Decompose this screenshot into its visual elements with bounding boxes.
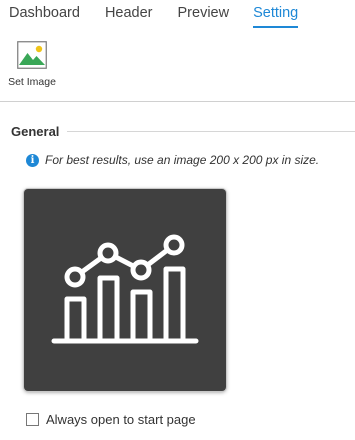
set-image-label: Set Image [8,76,56,88]
tab-setting[interactable]: Setting [253,0,299,32]
tab-bar: Dashboard Header Preview Setting [0,0,355,32]
image-preview[interactable] [24,189,226,391]
tab-header[interactable]: Header [105,0,153,32]
set-image-button[interactable]: Set Image [5,39,59,94]
general-section-title: General [11,124,60,139]
ribbon-toolbar: Set Image [0,32,355,102]
always-open-label: Always open to start page [46,412,196,427]
info-text: For best results, use an image 200 x 200… [45,153,320,167]
tab-dashboard[interactable]: Dashboard [9,0,80,32]
info-message: i For best results, use an image 200 x 2… [26,153,319,167]
always-open-option[interactable]: Always open to start page [26,412,196,427]
info-icon: i [26,153,39,167]
always-open-checkbox[interactable] [26,413,39,426]
tab-preview[interactable]: Preview [178,0,230,32]
image-icon [17,41,47,69]
section-divider [67,131,355,132]
bar-line-chart-icon [51,234,199,344]
